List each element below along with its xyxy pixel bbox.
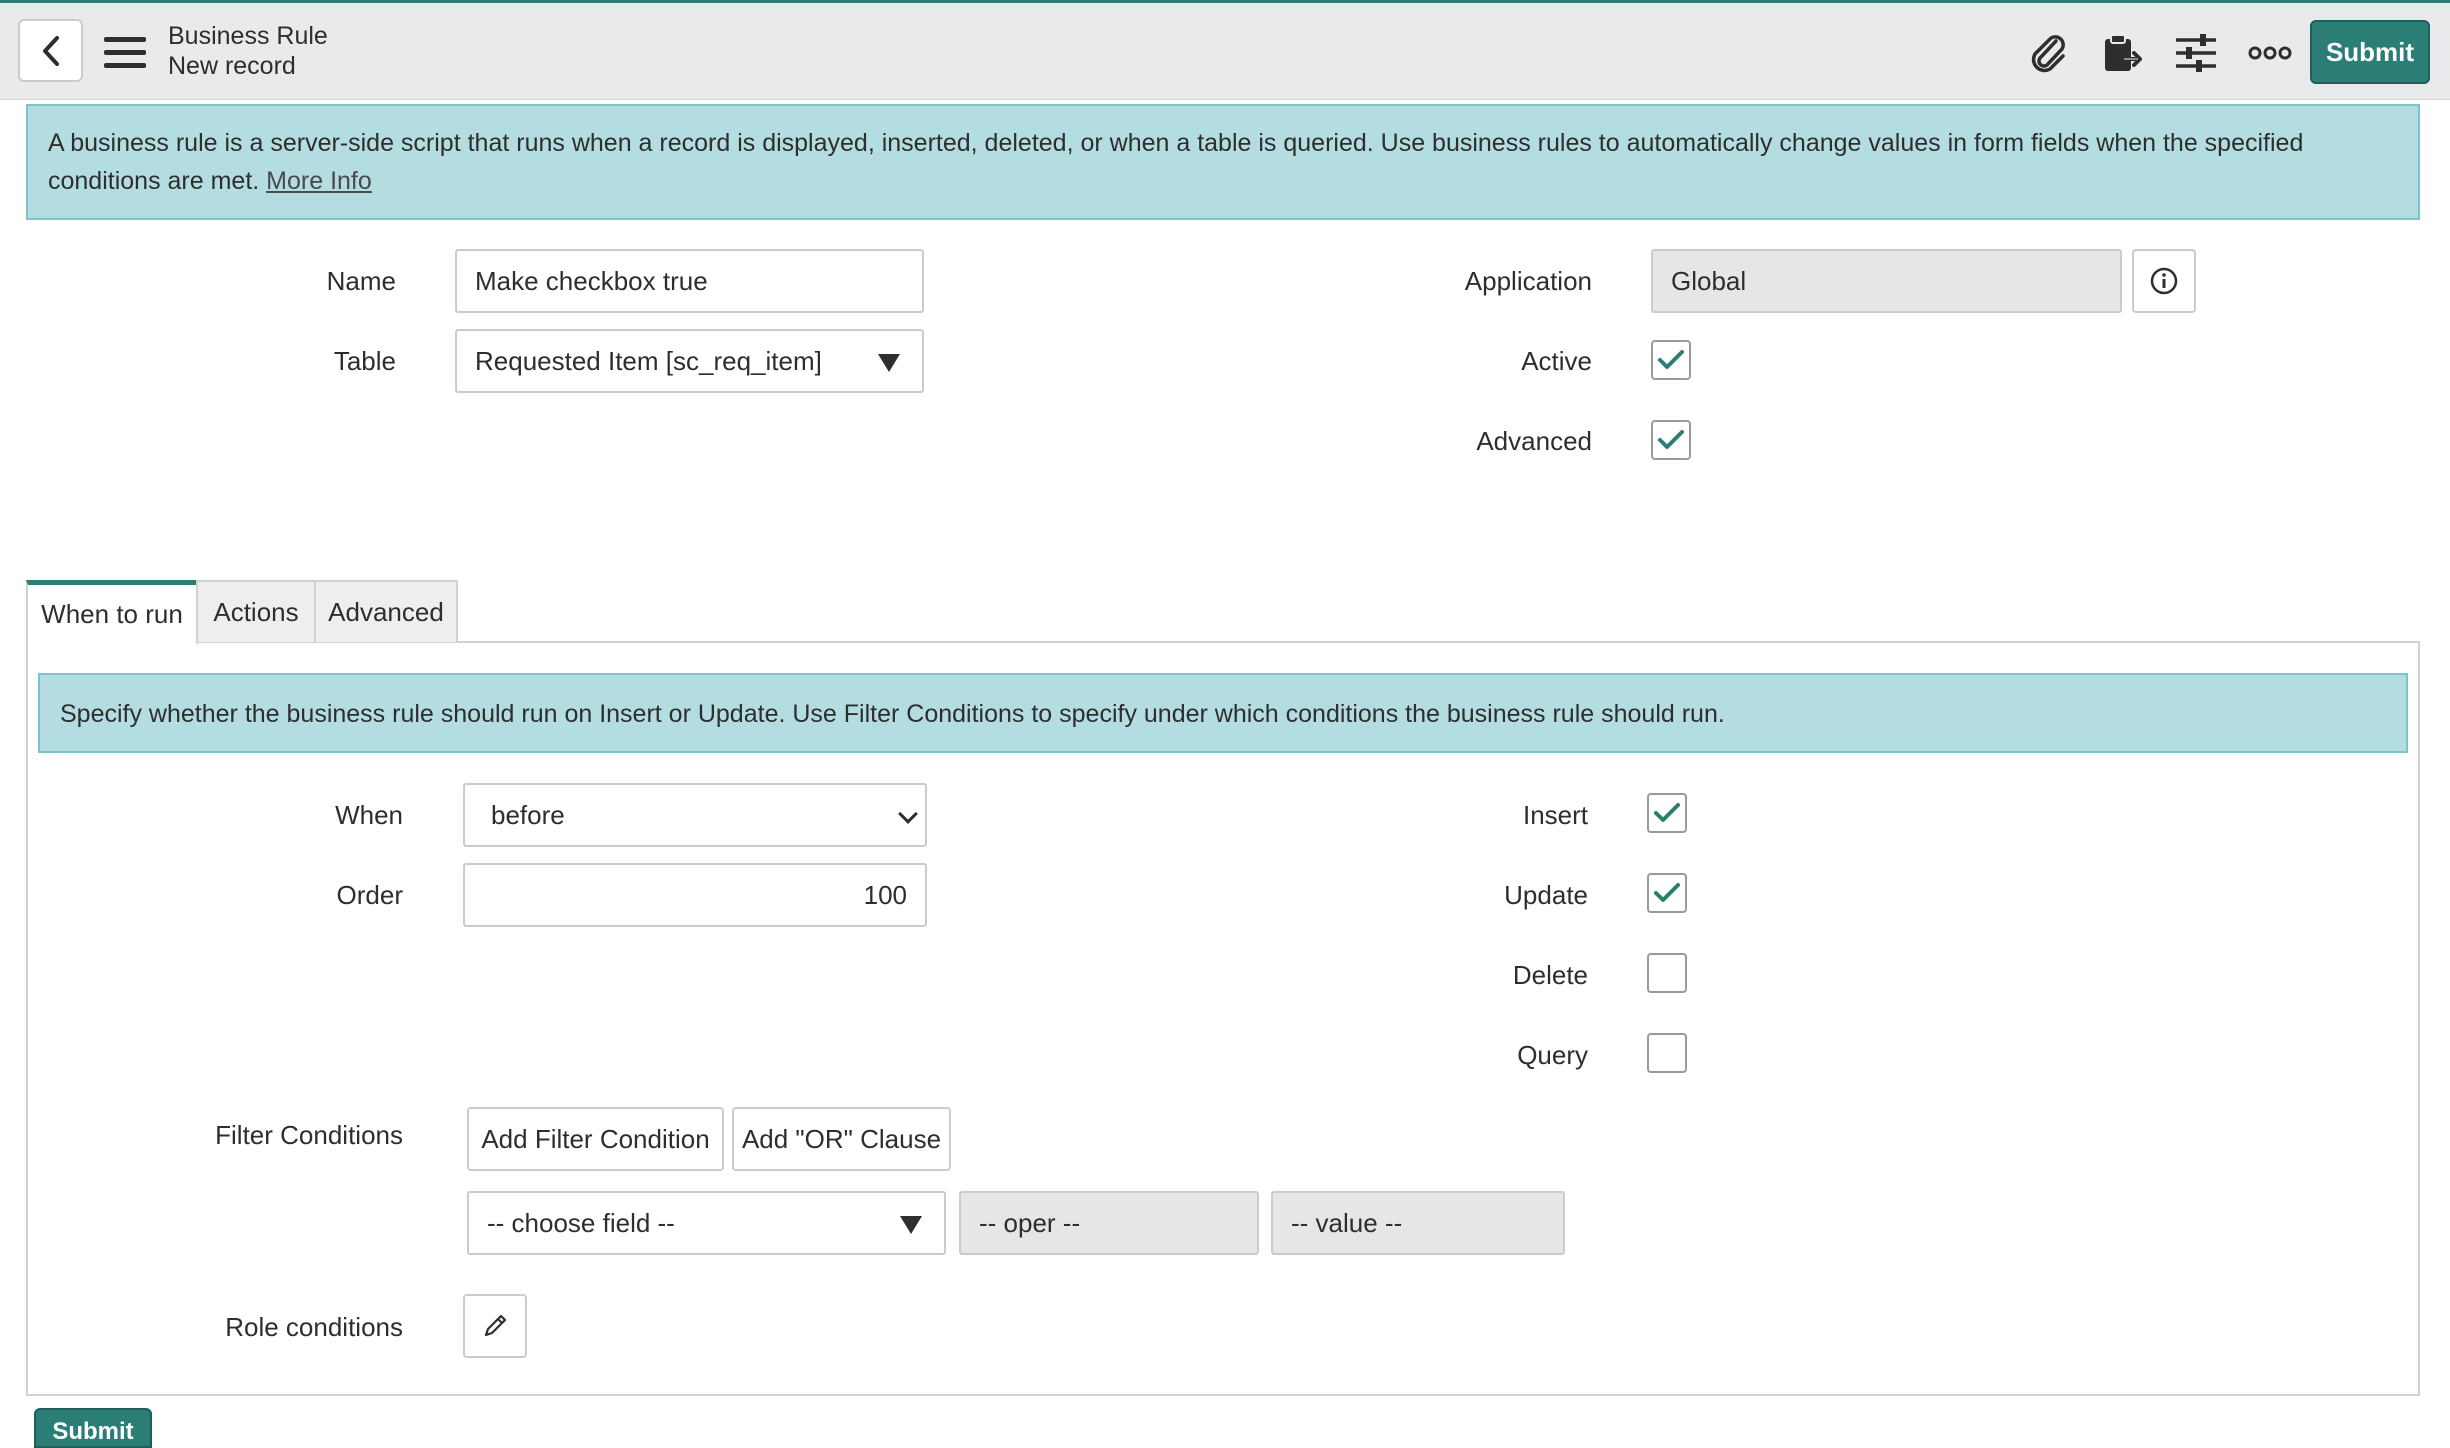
table-select-value: Requested Item [sc_req_item] <box>475 345 822 376</box>
chevron-down-icon <box>898 804 918 824</box>
application-info-button[interactable] <box>2132 249 2196 313</box>
choose-field-select[interactable]: -- choose field -- <box>467 1191 946 1255</box>
update-label: Update <box>1504 880 1588 910</box>
back-button[interactable] <box>18 19 83 82</box>
info-banner-text: A business rule is a server-side script … <box>48 129 2304 195</box>
checkmark-icon <box>1658 350 1684 369</box>
application-field: Global <box>1651 249 2122 313</box>
active-label: Active <box>1521 346 1592 376</box>
query-checkbox[interactable] <box>1647 1033 1687 1073</box>
when-to-run-info-banner: Specify whether the business rule should… <box>38 673 2408 753</box>
paperclip-icon[interactable] <box>2026 33 2070 73</box>
name-label: Name <box>326 266 396 296</box>
filter-conditions-label: Filter Conditions <box>215 1120 403 1150</box>
more-icon[interactable] <box>2248 33 2292 73</box>
order-field[interactable]: 100 <box>463 863 927 927</box>
tab-advanced[interactable]: Advanced <box>314 580 458 642</box>
value-field: -- value -- <box>1271 1191 1565 1255</box>
when-label: When <box>335 800 403 830</box>
name-field[interactable]: Make checkbox true <box>455 249 924 313</box>
submit-button[interactable]: Submit <box>2310 20 2430 84</box>
role-conditions-label: Role conditions <box>225 1312 403 1342</box>
when-select[interactable]: before <box>463 783 927 847</box>
record-type-title: Business Rule <box>168 22 328 50</box>
hamburger-menu-icon[interactable] <box>104 37 146 69</box>
delete-label: Delete <box>1512 960 1588 990</box>
info-icon <box>2150 267 2178 295</box>
add-filter-condition-button[interactable]: Add Filter Condition <box>467 1107 724 1171</box>
more-info-link[interactable]: More Info <box>266 167 372 195</box>
tab-panel-when-to-run <box>26 641 2420 1396</box>
insert-checkbox[interactable] <box>1647 793 1687 833</box>
form-title: Business Rule New record <box>168 21 328 81</box>
tab-actions[interactable]: Actions <box>196 580 316 642</box>
clipboard-icon[interactable] <box>2100 33 2144 73</box>
table-label: Table <box>333 346 396 376</box>
dropdown-arrow-icon <box>878 354 900 372</box>
choose-field-value: -- choose field -- <box>487 1207 675 1238</box>
role-conditions-edit-button[interactable] <box>463 1294 527 1358</box>
back-icon <box>42 35 59 66</box>
record-subtitle: New record <box>168 52 296 80</box>
dropdown-arrow-icon <box>900 1216 922 1234</box>
query-label: Query <box>1517 1040 1588 1070</box>
delete-checkbox[interactable] <box>1647 953 1687 993</box>
when-select-value: before <box>491 799 565 830</box>
tab-when-to-run[interactable]: When to run <box>26 580 198 644</box>
table-select[interactable]: Requested Item [sc_req_item] <box>455 329 924 393</box>
advanced-label: Advanced <box>1476 426 1592 456</box>
pencil-icon <box>484 1314 507 1337</box>
checkmark-icon <box>1658 430 1684 449</box>
operator-select: -- oper -- <box>959 1191 1259 1255</box>
application-label: Application <box>1464 266 1592 296</box>
submit-button-bottom[interactable]: Submit <box>34 1408 152 1448</box>
sliders-icon[interactable] <box>2174 33 2218 73</box>
info-banner: A business rule is a server-side script … <box>26 104 2420 220</box>
update-checkbox[interactable] <box>1647 873 1687 913</box>
active-checkbox[interactable] <box>1651 340 1691 380</box>
checkmark-icon <box>1654 803 1680 822</box>
add-or-clause-button[interactable]: Add "OR" Clause <box>732 1107 951 1171</box>
advanced-checkbox[interactable] <box>1651 420 1691 460</box>
order-label: Order <box>336 880 403 910</box>
insert-label: Insert <box>1522 800 1588 830</box>
form-header: Business Rule New record Submit <box>0 0 2450 100</box>
checkmark-icon <box>1654 883 1680 902</box>
